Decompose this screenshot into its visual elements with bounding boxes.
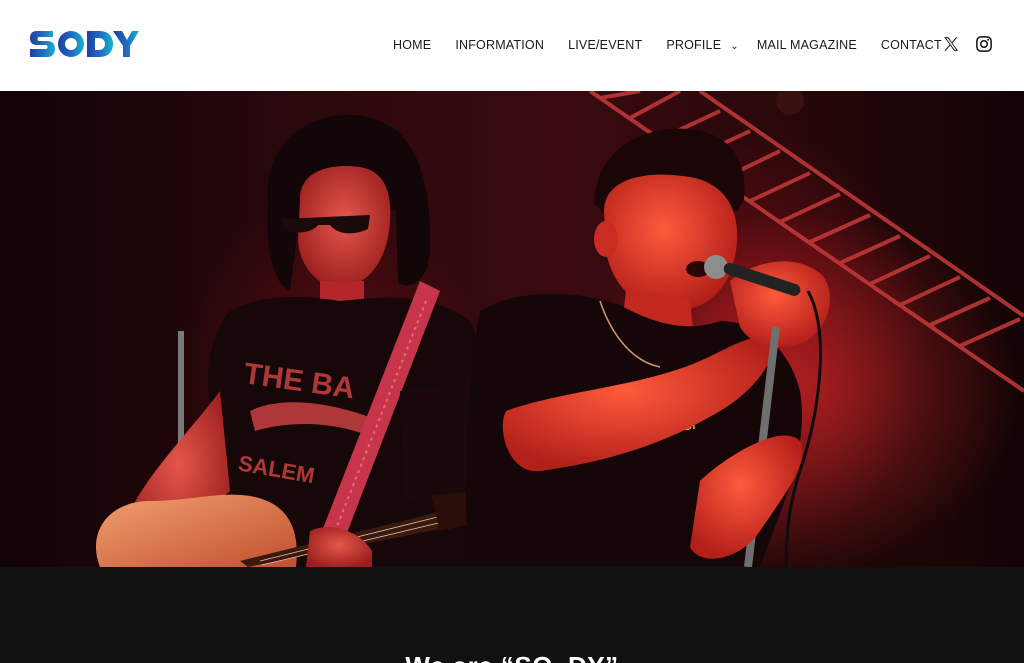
hero-photo-illustration: THE BA SALEM xyxy=(95,91,1024,567)
nav-profile[interactable]: PROFILE ⌄ xyxy=(666,38,738,52)
nav-mail-magazine-label: MAIL MAGAZINE xyxy=(756,38,857,52)
x-twitter-icon[interactable] xyxy=(941,34,961,54)
nav-contact[interactable]: CONTACT xyxy=(881,38,942,52)
nav-live-event[interactable]: LIVE/EVENT xyxy=(568,38,642,52)
nav-profile-label: PROFILE xyxy=(666,38,722,52)
site-header: HOME INFORMATION LIVE/EVENT PROFILE ⌄ MA… xyxy=(0,0,1024,91)
main-nav: HOME INFORMATION LIVE/EVENT PROFILE ⌄ MA… xyxy=(393,36,942,54)
nav-home[interactable]: HOME xyxy=(393,38,431,52)
nav-information-label: INFORMATION xyxy=(455,38,545,52)
instagram-icon[interactable] xyxy=(974,34,994,54)
site-logo[interactable] xyxy=(29,27,139,61)
chevron-down-icon[interactable]: ⌄ xyxy=(730,41,739,52)
nav-contact-label: CONTACT xyxy=(880,38,942,52)
hero-image: THE BA SALEM xyxy=(0,91,1024,567)
nav-information[interactable]: INFORMATION xyxy=(455,38,544,52)
logo-mark xyxy=(30,31,139,57)
nav-mail-magazine[interactable]: MAIL MAGAZINE xyxy=(757,38,857,52)
nav-home-label: HOME xyxy=(393,38,432,52)
section-heading: We are “SO_DY” xyxy=(0,651,1024,663)
intro-section: We are “SO_DY” xyxy=(0,567,1024,663)
nav-live-event-label: LIVE/EVENT xyxy=(568,38,643,52)
